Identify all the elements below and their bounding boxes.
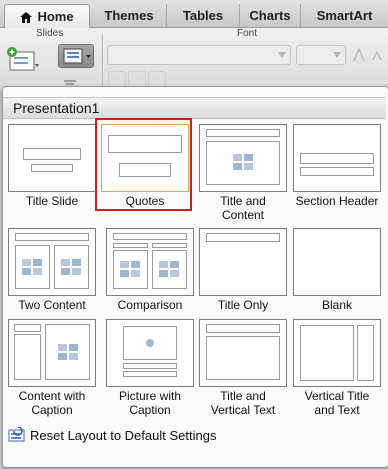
grow-font-icon[interactable] [352, 45, 366, 65]
chevron-down-icon [278, 52, 286, 58]
reset-layout-menu-item[interactable]: Reset Layout to Default Settings [3, 421, 386, 447]
picture-placeholder-icon [146, 339, 154, 347]
tab-tables[interactable]: Tables [167, 4, 240, 27]
layout-thumbnail [199, 319, 287, 387]
new-slide-button[interactable] [6, 46, 40, 74]
group-separator [102, 34, 103, 88]
layout-thumbnail [106, 319, 194, 387]
layout-label: Title Slide [25, 194, 79, 208]
layout-two-content[interactable]: Two Content [8, 228, 96, 330]
font-name-dropdown[interactable] [107, 45, 291, 65]
layout-picture-with-caption[interactable]: Picture with Caption [106, 319, 194, 421]
tab-home-label: Home [37, 9, 74, 24]
layout-thumbnail [293, 124, 381, 192]
layout-title-and-content[interactable]: Title and Content [199, 124, 287, 226]
layout-thumbnail [106, 228, 194, 296]
layout-label: Two Content [18, 298, 86, 312]
font-group-label: Font [237, 28, 258, 39]
layout-title-only[interactable]: Title Only [199, 228, 287, 330]
selection-highlight [95, 118, 192, 211]
tab-charts-label: Charts [249, 8, 291, 23]
font-size-dropdown[interactable] [296, 45, 346, 65]
home-icon [20, 12, 33, 24]
layout-icon [63, 48, 91, 64]
slides-group-label: Slides [36, 28, 64, 39]
layout-thumbnail [8, 124, 96, 192]
layout-section-header[interactable]: Section Header [293, 124, 381, 226]
layout-thumbnail [293, 319, 381, 387]
layout-thumbnail [199, 228, 287, 296]
layout-label: Section Header [295, 194, 379, 208]
slides-options-icon[interactable] [62, 72, 78, 85]
tab-charts[interactable]: Charts [240, 4, 301, 27]
layout-label: Vertical Title and Text [304, 389, 370, 417]
tab-home[interactable]: Home [4, 4, 90, 28]
layout-gallery-header: Presentation1 [3, 97, 386, 119]
layout-label: Blank [321, 298, 353, 312]
layout-thumbnail [8, 228, 96, 296]
ribbon-home: Slides Font [0, 28, 388, 90]
layout-thumbnail [8, 319, 96, 387]
tab-tables-label: Tables [182, 8, 224, 23]
layout-vertical-title-and-text[interactable]: Vertical Title and Text [293, 319, 381, 421]
shrink-font-icon[interactable] [370, 45, 384, 65]
layout-title-slide[interactable]: Title Slide [8, 124, 96, 226]
layout-comparison[interactable]: Comparison [106, 228, 194, 330]
layout-button[interactable] [58, 44, 94, 68]
layout-label: Content with Caption [18, 389, 86, 417]
layout-label: Picture with Caption [118, 389, 182, 417]
tab-themes[interactable]: Themes [92, 4, 167, 27]
tab-smartart[interactable]: SmartArt [301, 4, 388, 27]
layout-label: Title and Content [220, 194, 266, 222]
tab-themes-label: Themes [104, 8, 154, 23]
layout-content-with-caption[interactable]: Content with Caption [8, 319, 96, 421]
reset-layout-icon [8, 427, 25, 442]
chevron-down-icon [333, 52, 341, 58]
layout-thumbnail [199, 124, 287, 192]
layout-title-and-vertical-text[interactable]: Title and Vertical Text [199, 319, 287, 421]
layout-blank[interactable]: Blank [293, 228, 381, 330]
layout-gallery-popup: Presentation1 Title Slide Quotes Title a… [2, 86, 388, 468]
new-slide-icon [7, 47, 39, 71]
content-placeholder-icons [233, 154, 253, 170]
layout-label: Title Only [217, 298, 269, 312]
layout-label: Title and Vertical Text [210, 389, 276, 417]
ribbon-tab-bar: Home Themes Tables Charts SmartArt [0, 0, 388, 28]
reset-layout-label: Reset Layout to Default Settings [30, 428, 217, 443]
presentation-title: Presentation1 [13, 100, 100, 116]
layout-thumbnail [293, 228, 381, 296]
tab-smartart-label: SmartArt [316, 8, 373, 23]
layout-label: Comparison [117, 298, 183, 312]
